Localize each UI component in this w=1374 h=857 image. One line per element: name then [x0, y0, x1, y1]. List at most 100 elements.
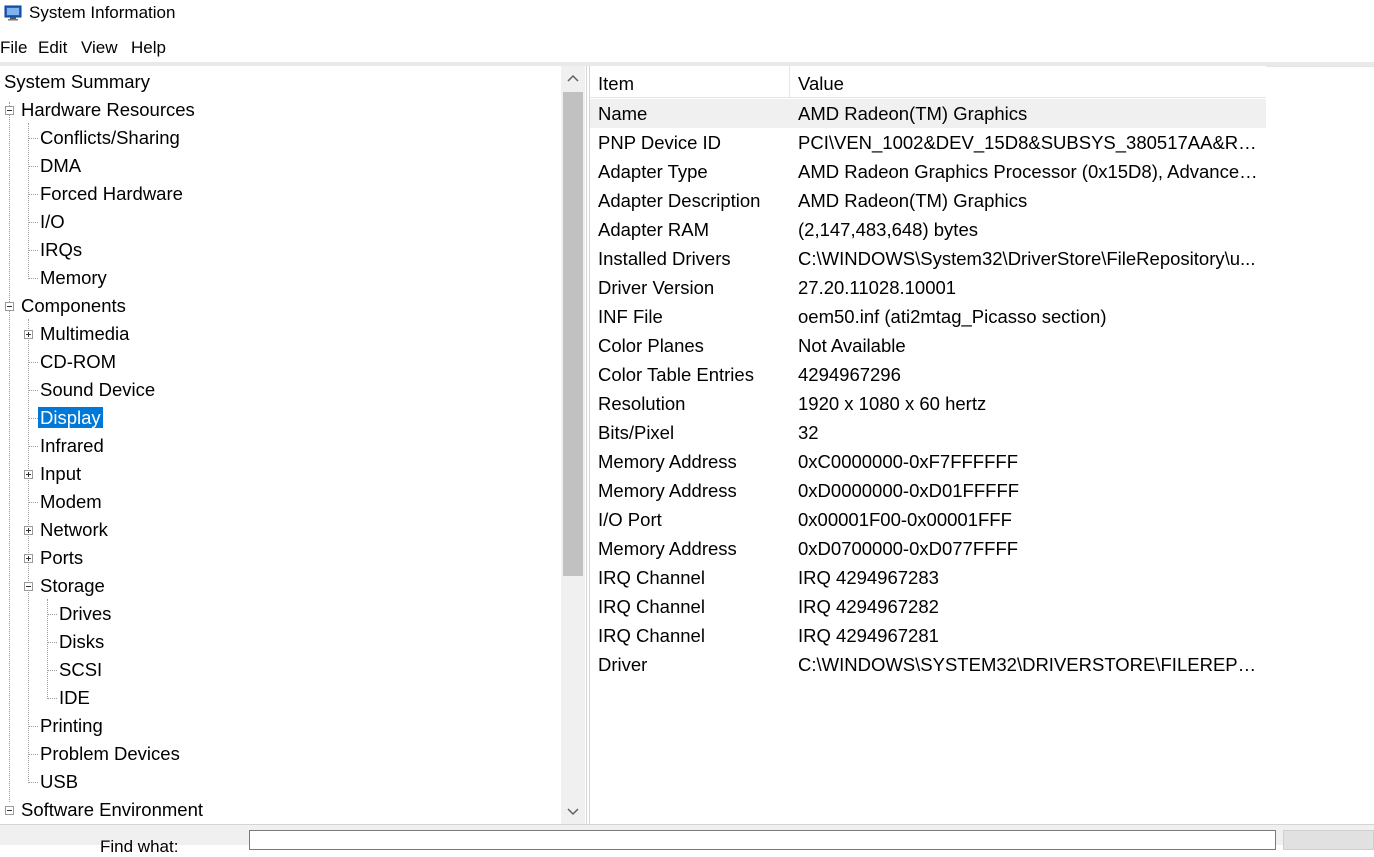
- find-button[interactable]: [1283, 830, 1374, 850]
- tree-item-modem[interactable]: Modem: [38, 489, 104, 515]
- table-row[interactable]: Color Table Entries 4294967296: [590, 360, 1266, 389]
- cell-value: oem50.inf (ati2mtag_Picasso section): [798, 306, 1107, 327]
- table-row[interactable]: IRQ Channel IRQ 4294967281: [590, 621, 1266, 650]
- table-row[interactable]: Memory Address 0xC0000000-0xF7FFFFFF: [590, 447, 1266, 476]
- table-row[interactable]: IRQ Channel IRQ 4294967282: [590, 592, 1266, 621]
- table-row[interactable]: Memory Address 0xD0700000-0xD077FFFF: [590, 534, 1266, 563]
- tree-item-cd-rom[interactable]: CD-ROM: [38, 349, 118, 375]
- tree-item-sound-device[interactable]: Sound Device: [38, 377, 157, 403]
- tree-item-printing[interactable]: Printing: [38, 713, 105, 739]
- cell-item: Installed Drivers: [598, 248, 731, 269]
- tree-connector: [9, 102, 10, 802]
- tree-connector: [28, 726, 38, 727]
- tree-item-ide[interactable]: IDE: [57, 685, 92, 711]
- tree-item-memory[interactable]: Memory: [38, 265, 109, 291]
- column-header-item[interactable]: Item: [590, 66, 790, 97]
- cell-item: Name: [598, 103, 648, 124]
- collapse-toggle-hardware-resources[interactable]: [5, 106, 14, 115]
- find-label: Find what:: [100, 837, 179, 856]
- menu-view[interactable]: View: [81, 38, 118, 58]
- tree-item-usb[interactable]: USB: [38, 769, 80, 795]
- tree-item-irqs[interactable]: IRQs: [38, 237, 84, 263]
- window-title: System Information: [29, 3, 176, 22]
- table-row[interactable]: Resolution 1920 x 1080 x 60 hertz: [590, 389, 1266, 418]
- cell-value: (2,147,483,648) bytes: [798, 219, 978, 240]
- tree-item-io[interactable]: I/O: [38, 209, 67, 235]
- tree-item-network[interactable]: Network: [38, 517, 110, 543]
- tree-item-components[interactable]: Components: [19, 293, 128, 319]
- menu-file[interactable]: File: [0, 38, 27, 58]
- table-row[interactable]: Installed Drivers C:\WINDOWS\System32\Dri…: [590, 244, 1266, 273]
- cell-value: Not Available: [798, 335, 906, 356]
- tree-item-drives[interactable]: Drives: [57, 601, 113, 627]
- expand-toggle-ports[interactable]: [24, 554, 33, 563]
- cell-value: C:\WINDOWS\System32\DriverStore\FileRepo…: [798, 248, 1256, 269]
- expand-toggle-input[interactable]: [24, 470, 33, 479]
- tree-connector: [28, 138, 38, 139]
- menu-edit[interactable]: Edit: [38, 38, 67, 58]
- tree-connector: [28, 362, 38, 363]
- table-row[interactable]: Color Planes Not Available: [590, 331, 1266, 360]
- tree-scroll-thumb[interactable]: [563, 92, 583, 576]
- tree-item-system-summary[interactable]: System Summary: [2, 69, 152, 95]
- cell-item: Memory Address: [598, 538, 737, 559]
- table-row[interactable]: Adapter Type AMD Radeon Graphics Processo…: [590, 157, 1266, 186]
- tree-item-hardware-resources[interactable]: Hardware Resources: [19, 97, 197, 123]
- header-border: [1266, 66, 1374, 67]
- cell-value: C:\WINDOWS\SYSTEM32\DRIVERSTORE\FILEREPO…: [798, 654, 1260, 675]
- tree-item-infrared[interactable]: Infrared: [38, 433, 106, 459]
- cell-value: AMD Radeon(TM) Graphics: [798, 190, 1028, 211]
- cell-item: Color Table Entries: [598, 364, 754, 385]
- tree-item-problem-devices[interactable]: Problem Devices: [38, 741, 182, 767]
- scroll-up-arrow-icon[interactable]: [561, 66, 585, 90]
- collapse-toggle-components[interactable]: [5, 302, 14, 311]
- cell-item: IRQ Channel: [598, 596, 705, 617]
- tree-connector: [28, 123, 29, 279]
- collapse-toggle-software-environment[interactable]: [5, 806, 14, 815]
- tree-connector: [28, 166, 38, 167]
- tree-item-multimedia[interactable]: Multimedia: [38, 321, 131, 347]
- table-row[interactable]: Driver C:\WINDOWS\SYSTEM32\DRIVERSTORE\FI…: [590, 650, 1266, 679]
- table-row[interactable]: IRQ Channel IRQ 4294967283: [590, 563, 1266, 592]
- table-row[interactable]: Adapter RAM (2,147,483,648) bytes: [590, 215, 1266, 244]
- cell-item: Bits/Pixel: [598, 422, 675, 443]
- tree-item-conflicts-sharing[interactable]: Conflicts/Sharing: [38, 125, 182, 151]
- tree-connector: [47, 642, 57, 643]
- cell-value: 27.20.11028.10001: [798, 277, 957, 298]
- cell-value: 4294967296: [798, 364, 901, 385]
- tree-item-scsi[interactable]: SCSI: [57, 657, 104, 683]
- tree-item-software-environment[interactable]: Software Environment: [19, 797, 205, 823]
- table-row[interactable]: INF File oem50.inf (ati2mtag_Picasso sect…: [590, 302, 1266, 331]
- table-row[interactable]: Memory Address 0xD0000000-0xD01FFFFF: [590, 476, 1266, 505]
- tree-vertical-scrollbar[interactable]: [561, 66, 585, 824]
- cell-item: Driver: [598, 654, 648, 675]
- tree-item-storage[interactable]: Storage: [38, 573, 107, 599]
- table-row[interactable]: PNP Device ID PCI\VEN_1002&DEV_15D8&SUBSY…: [590, 128, 1266, 157]
- column-header-value[interactable]: Value: [790, 66, 1266, 97]
- cell-value: 1920 x 1080 x 60 hertz: [798, 393, 987, 414]
- scroll-down-arrow-icon[interactable]: [561, 800, 585, 824]
- cell-value: IRQ 4294967281: [798, 625, 939, 646]
- collapse-toggle-storage[interactable]: [24, 582, 33, 591]
- table-row[interactable]: Adapter Description AMD Radeon(TM) Graphi…: [590, 186, 1266, 215]
- table-row[interactable]: I/O Port 0x00001F00-0x00001FFF: [590, 505, 1266, 534]
- table-row[interactable]: Bits/Pixel 32: [590, 418, 1266, 447]
- menu-help[interactable]: Help: [131, 38, 166, 58]
- tree-item-ports[interactable]: Ports: [38, 545, 85, 571]
- cell-value: 0xD0700000-0xD077FFFF: [798, 538, 1019, 559]
- tree-item-disks[interactable]: Disks: [57, 629, 106, 655]
- expand-toggle-network[interactable]: [24, 526, 33, 535]
- tree-item-dma[interactable]: DMA: [38, 153, 83, 179]
- tree-item-input[interactable]: Input: [38, 461, 83, 487]
- cell-item: INF File: [598, 306, 663, 327]
- cell-value: AMD Radeon(TM) Graphics: [798, 103, 1028, 124]
- tree-item-display[interactable]: Display: [38, 405, 103, 431]
- table-row[interactable]: Driver Version 27.20.11028.10001: [590, 273, 1266, 302]
- find-input[interactable]: [249, 830, 1276, 850]
- tree-item-forced-hardware[interactable]: Forced Hardware: [38, 181, 185, 207]
- tree-connector: [28, 446, 38, 447]
- expand-toggle-multimedia[interactable]: [24, 330, 33, 339]
- table-row[interactable]: Name AMD Radeon(TM) Graphics: [590, 99, 1266, 128]
- cell-item: Adapter Description: [598, 190, 761, 211]
- cell-value: IRQ 4294967283: [798, 567, 939, 588]
